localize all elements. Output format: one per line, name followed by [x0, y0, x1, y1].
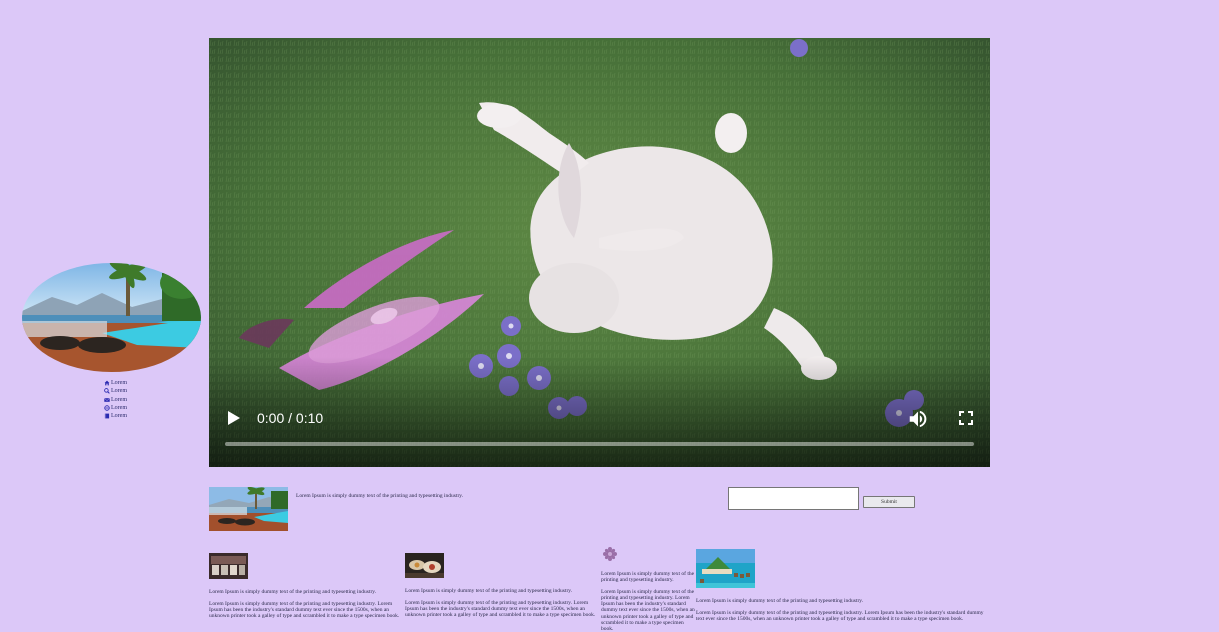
nav-item-label: Lorem — [111, 396, 127, 403]
search-icon — [104, 388, 110, 395]
submit-button[interactable]: Submit — [863, 496, 915, 508]
article-card: Lorem Ipsum is simply dummy text of the … — [601, 547, 695, 632]
nav-item-globe[interactable]: Lorem — [104, 404, 127, 412]
volume-icon — [909, 410, 927, 428]
article-thumbnail — [209, 553, 248, 579]
video-player[interactable]: 0:00 / 0:10 — [209, 38, 990, 467]
article-thumbnail — [603, 547, 617, 561]
article-card: Lorem Ipsum is simply dummy text of the … — [209, 553, 403, 619]
article-intro: Lorem Ipsum is simply dummy text of the … — [601, 571, 695, 584]
profile-image — [22, 263, 201, 372]
fullscreen-icon — [959, 411, 973, 425]
article-body: Lorem Ipsum is simply dummy text of the … — [209, 601, 400, 620]
mail-icon — [104, 397, 110, 402]
globe-icon — [104, 405, 110, 411]
nav-item-label: Lorem — [111, 388, 127, 395]
article-thumbnail — [405, 553, 444, 578]
info-thumbnail — [209, 487, 288, 531]
nav-item-mail[interactable]: Lorem — [104, 396, 127, 404]
play-icon — [228, 411, 240, 425]
article-intro: Lorem Ipsum is simply dummy text of the … — [405, 588, 573, 594]
book-icon — [104, 413, 110, 419]
nav-item-label: Lorem — [111, 413, 127, 420]
search-input[interactable] — [728, 487, 859, 510]
article-intro: Lorem Ipsum is simply dummy text of the … — [209, 589, 377, 595]
volume-button[interactable] — [907, 408, 929, 430]
info-text: Lorem Ipsum is simply dummy text of the … — [296, 493, 464, 499]
video-time: 0:00 / 0:10 — [257, 410, 324, 426]
article-card: Lorem Ipsum is simply dummy text of the … — [405, 553, 599, 618]
nav-item-search[interactable]: Lorem — [104, 387, 127, 395]
controls-shade — [209, 357, 990, 467]
sidebar-nav: Lorem Lorem Lorem Lorem Lorem — [104, 379, 127, 420]
article-body: Lorem Ipsum is simply dummy text of the … — [405, 600, 596, 619]
article-thumbnail — [696, 549, 755, 588]
nav-item-label: Lorem — [111, 380, 127, 387]
article-body: Lorem Ipsum is simply dummy text of the … — [696, 610, 984, 623]
article-intro: Lorem Ipsum is simply dummy text of the … — [696, 598, 864, 604]
nav-item-book[interactable]: Lorem — [104, 412, 127, 420]
play-button[interactable] — [226, 409, 242, 427]
nav-item-home[interactable]: Lorem — [104, 379, 127, 387]
fullscreen-button[interactable] — [958, 410, 974, 426]
video-progress-bar[interactable] — [225, 442, 974, 446]
home-icon — [104, 380, 110, 386]
nav-item-label: Lorem — [111, 405, 127, 412]
article-body: Lorem Ipsum is simply dummy text of the … — [601, 589, 695, 632]
article-card: Lorem Ipsum is simply dummy text of the … — [696, 549, 986, 622]
